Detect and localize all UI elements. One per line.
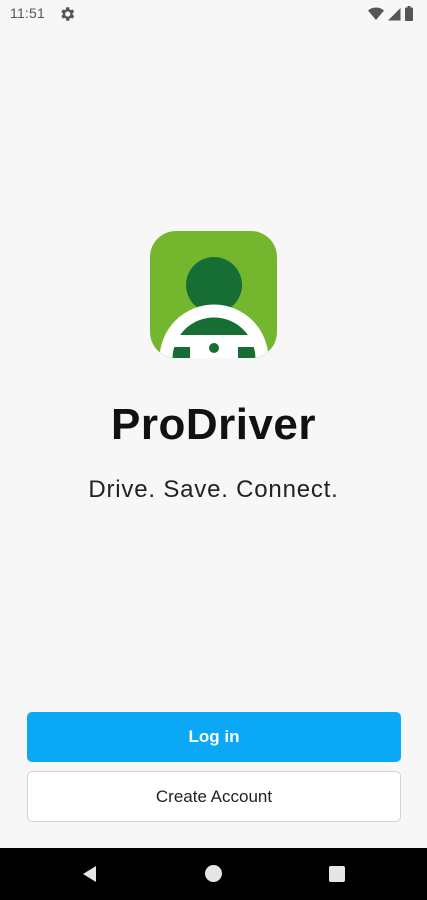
login-button[interactable]: Log in — [27, 712, 401, 762]
app-logo — [150, 231, 277, 358]
settings-gear-icon — [61, 7, 75, 21]
home-icon[interactable] — [205, 865, 222, 882]
status-icons — [368, 6, 413, 21]
recents-icon[interactable] — [329, 866, 345, 882]
battery-icon — [405, 6, 413, 21]
app-name: ProDriver — [110, 400, 317, 449]
wifi-icon — [368, 7, 384, 20]
status-bar: 11:51 — [0, 0, 427, 28]
app-tagline: Drive. Save. Connect. — [88, 476, 339, 503]
back-icon[interactable] — [80, 864, 100, 884]
driver-steering-wheel-logo-icon — [150, 231, 277, 358]
navigation-bar — [0, 848, 427, 900]
status-time: 11:51 — [10, 5, 45, 21]
create-account-button[interactable]: Create Account — [27, 771, 401, 822]
signal-icon — [388, 7, 401, 20]
